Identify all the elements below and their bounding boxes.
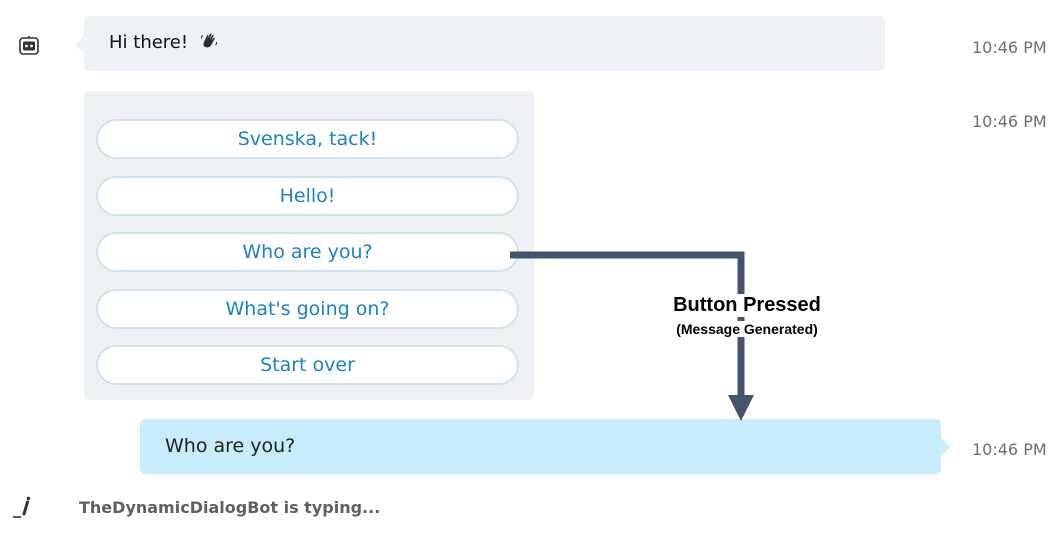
user-message-timestamp: 10:46 PM — [972, 440, 1047, 459]
message-timestamp: 10:46 PM — [972, 38, 1047, 57]
typing-pen-icon — [13, 493, 35, 519]
action-button-hello[interactable]: Hello! — [96, 176, 519, 216]
bot-message-text: Hi there! — [109, 32, 189, 53]
user-message-text: Who are you? — [165, 435, 296, 457]
action-button-whats-going-on[interactable]: What's going on? — [96, 289, 519, 329]
waving-hand-icon — [200, 32, 218, 55]
typing-indicator-text: TheDynamicDialogBot is typing... — [79, 498, 381, 517]
annotation-subtitle: (Message Generated) — [647, 321, 847, 337]
action-button-start-over[interactable]: Start over — [96, 345, 519, 385]
action-button-svenska[interactable]: Svenska, tack! — [96, 119, 519, 159]
suggested-actions-card: Svenska, tack! Hello! Who are you? What'… — [84, 91, 534, 400]
action-button-who-are-you[interactable]: Who are you? — [96, 232, 519, 272]
card-timestamp: 10:46 PM — [972, 112, 1047, 131]
annotation-title: Button Pressed — [647, 294, 847, 317]
bot-avatar-icon — [19, 36, 39, 56]
bot-message: Hi there! — [109, 32, 218, 55]
bot-message-bubble: Hi there! — [75, 16, 885, 71]
user-message-bubble: Who are you? — [140, 419, 950, 474]
